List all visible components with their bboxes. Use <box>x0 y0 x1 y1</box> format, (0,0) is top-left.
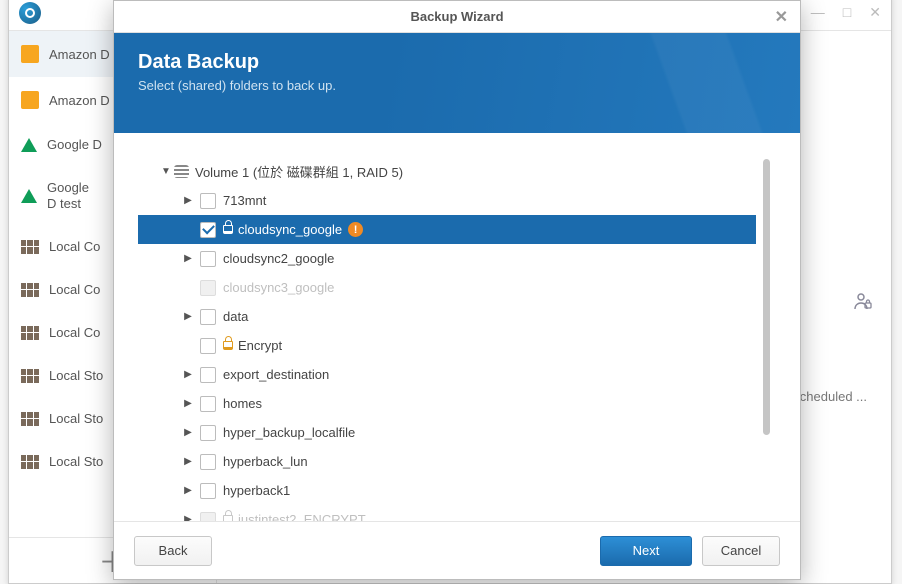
tree-folder-row: cloudsync3_google <box>138 273 756 302</box>
local-storage-icon <box>21 240 39 254</box>
checkbox[interactable] <box>200 425 216 441</box>
modal-title: Backup Wizard <box>410 9 503 24</box>
tree-folder-row: ▶ justintest2_ENCRYPT <box>138 505 756 521</box>
checkbox[interactable] <box>200 222 216 238</box>
modal-footer: Back Next Cancel <box>114 521 800 579</box>
sidebar-item-label: Local Co <box>49 325 100 340</box>
modal-titlebar: Backup Wizard ✕ <box>114 1 800 33</box>
tree-folder-row[interactable]: ▶ hyper_backup_localfile <box>138 418 756 447</box>
tree-folder-row[interactable]: ▶ export_destination <box>138 360 756 389</box>
sidebar-item-label: Google D <box>47 137 102 152</box>
sidebar-item-label: Local Co <box>49 239 100 254</box>
checkbox[interactable] <box>200 396 216 412</box>
minimize-button[interactable]: — <box>811 4 825 21</box>
maximize-button[interactable]: □ <box>843 4 851 21</box>
lock-account-icon[interactable] <box>853 291 873 316</box>
tree-volume-root[interactable]: ▼ Volume 1 (位於 磁碟群組 1, RAID 5) <box>138 157 756 186</box>
expand-icon[interactable]: ▶ <box>180 485 196 496</box>
google-drive-icon <box>21 138 37 152</box>
sidebar-item-label: Local Co <box>49 282 100 297</box>
tree-folder-row[interactable]: cloudsync_google! <box>138 215 756 244</box>
tree-folder-row[interactable]: Encrypt <box>138 331 756 360</box>
amazon-icon <box>21 91 39 109</box>
warning-icon: ! <box>348 222 363 237</box>
checkbox[interactable] <box>200 193 216 209</box>
back-button[interactable]: Back <box>134 536 212 566</box>
collapse-icon[interactable]: ▼ <box>158 166 174 177</box>
sidebar-item-label: Amazon D <box>49 47 110 62</box>
expand-icon[interactable]: ▶ <box>180 427 196 438</box>
google-drive-icon <box>21 189 37 203</box>
sidebar-item-label: Amazon D <box>49 93 110 108</box>
app-icon <box>19 2 41 24</box>
tree-item-label: cloudsync_google <box>238 222 342 237</box>
window-controls: — □ ✕ <box>811 4 881 21</box>
expand-icon[interactable]: ▶ <box>180 514 196 521</box>
checkbox[interactable] <box>200 251 216 267</box>
next-button[interactable]: Next <box>600 536 692 566</box>
tree-item-label: Encrypt <box>238 338 282 353</box>
expand-icon[interactable]: ▶ <box>180 398 196 409</box>
tree-folder-row[interactable]: ▶ hyperback1 <box>138 476 756 505</box>
lock-icon <box>223 225 233 234</box>
local-storage-icon <box>21 283 39 297</box>
tree-item-label: hyperback_lun <box>223 454 308 469</box>
modal-heading: Data Backup <box>138 51 776 74</box>
tree-item-label: hyperback1 <box>223 483 290 498</box>
tree-item-label: hyper_backup_localfile <box>223 425 355 440</box>
checkbox[interactable] <box>200 338 216 354</box>
modal-header: Data Backup Select (shared) folders to b… <box>114 33 800 133</box>
sidebar-item-label: Local Sto <box>49 411 103 426</box>
scheduled-label: scheduled ... <box>793 389 867 404</box>
modal-subheading: Select (shared) folders to back up. <box>138 78 776 93</box>
tree-item-label: cloudsync3_google <box>223 280 334 295</box>
tree-folder-row[interactable]: ▶ 713mnt <box>138 186 756 215</box>
expand-icon[interactable]: ▶ <box>180 195 196 206</box>
sidebar-item-label: Local Sto <box>49 368 103 383</box>
tree-folder-row[interactable]: ▶ homes <box>138 389 756 418</box>
tree-folder-row[interactable]: ▶ hyperback_lun <box>138 447 756 476</box>
local-storage-icon <box>21 455 39 469</box>
lock-icon <box>223 341 233 350</box>
local-storage-icon <box>21 369 39 383</box>
modal-body: ▼ Volume 1 (位於 磁碟群組 1, RAID 5) ▶ 713mnt clou… <box>114 133 800 521</box>
expand-icon[interactable]: ▶ <box>180 253 196 264</box>
expand-icon[interactable]: ▶ <box>180 311 196 322</box>
tree-folder-row[interactable]: ▶ cloudsync2_google <box>138 244 756 273</box>
backup-wizard-modal: Backup Wizard ✕ Data Backup Select (shar… <box>113 0 801 580</box>
tree-item-label: cloudsync2_google <box>223 251 334 266</box>
checkbox <box>200 280 216 296</box>
folder-tree[interactable]: ▼ Volume 1 (位於 磁碟群組 1, RAID 5) ▶ 713mnt clou… <box>138 157 756 521</box>
close-icon[interactable]: ✕ <box>775 7 788 27</box>
checkbox[interactable] <box>200 483 216 499</box>
tree-item-label: export_destination <box>223 367 329 382</box>
checkbox[interactable] <box>200 454 216 470</box>
volume-icon <box>174 165 189 178</box>
expand-icon[interactable]: ▶ <box>180 369 196 380</box>
sidebar-item-label: Local Sto <box>49 454 103 469</box>
sidebar-item-label: GoogleD test <box>47 180 89 211</box>
cancel-button[interactable]: Cancel <box>702 536 780 566</box>
tree-folder-row[interactable]: ▶ data <box>138 302 756 331</box>
scrollbar-thumb[interactable] <box>763 159 770 435</box>
local-storage-icon <box>21 326 39 340</box>
checkbox <box>200 512 216 522</box>
tree-item-label: 713mnt <box>223 193 266 208</box>
tree-item-label: data <box>223 309 248 324</box>
checkbox[interactable] <box>200 367 216 383</box>
expand-icon[interactable]: ▶ <box>180 456 196 467</box>
checkbox[interactable] <box>200 309 216 325</box>
lock-icon <box>223 515 233 521</box>
tree-root-label: Volume 1 (位於 磁碟群組 1, RAID 5) <box>195 162 403 181</box>
amazon-icon <box>21 45 39 63</box>
tree-item-label: homes <box>223 396 262 411</box>
tree-item-label: justintest2_ENCRYPT <box>238 512 366 521</box>
local-storage-icon <box>21 412 39 426</box>
close-window-button[interactable]: ✕ <box>869 4 881 21</box>
